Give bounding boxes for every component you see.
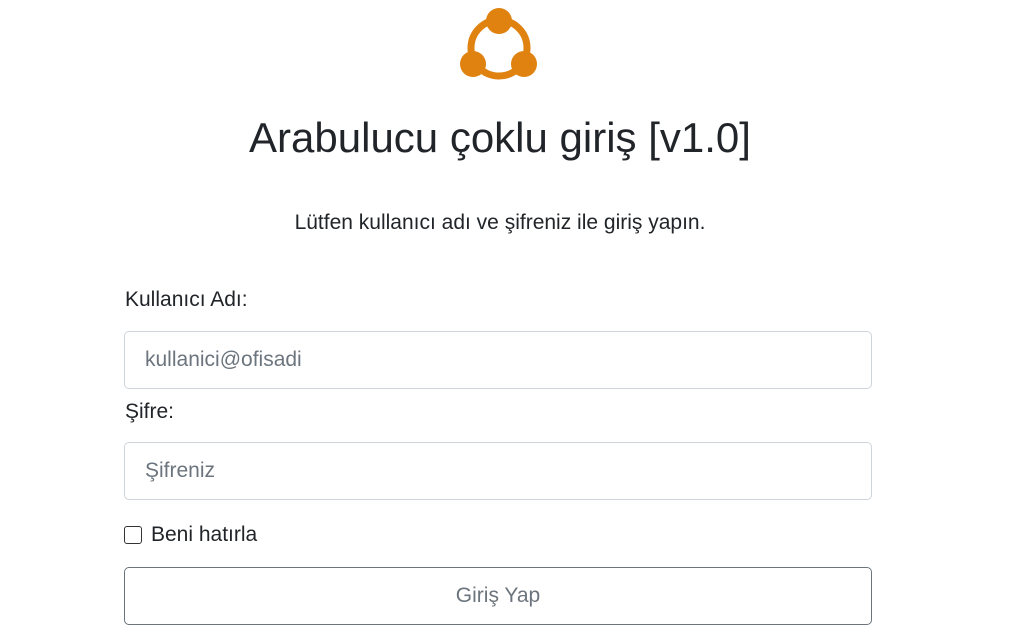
remember-me: Beni hatırla — [124, 521, 257, 549]
remember-me-checkbox[interactable] — [124, 526, 142, 544]
password-input[interactable] — [124, 442, 872, 500]
login-page: Arabulucu çoklu giriş [v1.0] Lütfen kull… — [0, 0, 1020, 638]
username-label: Kullanıcı Adı: — [125, 288, 248, 311]
login-instructions: Lütfen kullanıcı adı ve şifreniz ile gir… — [294, 211, 706, 234]
password-label: Şifre: — [125, 400, 175, 423]
remember-me-label[interactable]: Beni hatırla — [151, 521, 257, 549]
page-title: Arabulucu çoklu giriş [v1.0] — [249, 114, 751, 161]
username-input[interactable] — [124, 331, 872, 389]
share-network-icon — [460, 8, 537, 80]
login-button[interactable]: Giriş Yap — [124, 567, 872, 625]
